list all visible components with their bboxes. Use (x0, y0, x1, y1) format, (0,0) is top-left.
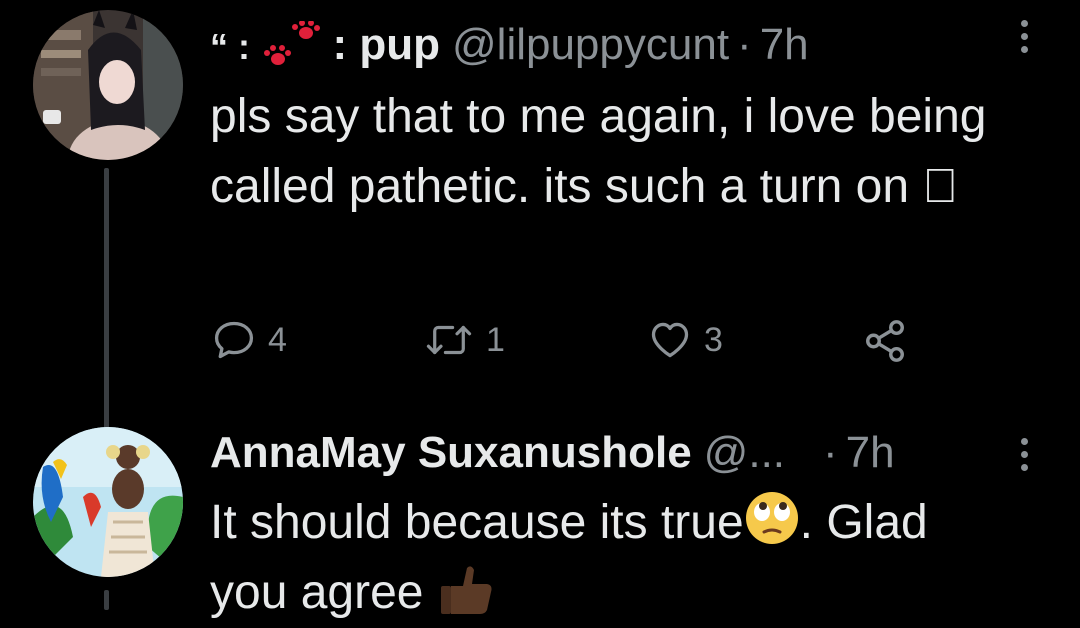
display-name-prefix: “ : (210, 26, 250, 67)
display-name-sep: : (332, 20, 348, 69)
avatar[interactable] (33, 10, 183, 160)
retweet-count: 1 (486, 320, 505, 359)
reply-button[interactable]: 4 (212, 318, 287, 362)
more-vertical-icon[interactable] (1017, 438, 1031, 471)
eye-roll-emoji-icon (745, 492, 798, 544)
timestamp[interactable]: 7h (846, 428, 895, 478)
action-bar: 4 1 3 (212, 318, 932, 368)
display-name[interactable]: “ : : pup (210, 20, 440, 73)
retweet-button[interactable]: 1 (424, 318, 505, 362)
heart-icon (651, 322, 689, 358)
timestamp[interactable]: 7h (760, 20, 809, 70)
tweet-header: “ : : pup @lilpuppycunt · 7h (210, 20, 809, 73)
tweet-text: pls say that to me again, i love being c… (210, 90, 987, 213)
display-name-text: pup (359, 20, 440, 69)
thread-line-bottom (104, 590, 109, 610)
tweet-text-part1: It should because its true (210, 496, 744, 549)
like-count: 3 (704, 320, 723, 359)
thumbs-up-emoji-icon (440, 566, 492, 614)
retweet-icon (426, 325, 472, 355)
thread-line (104, 168, 109, 430)
share-icon (866, 320, 904, 362)
reply-icon (214, 321, 254, 359)
tweet-header: AnnaMay Suxanushole @... · 7h (210, 428, 895, 478)
display-name[interactable]: AnnaMay Suxanushole (210, 428, 692, 478)
thread-line-top (104, 400, 109, 420)
handle[interactable]: @... (704, 428, 785, 478)
separator-dot: · (823, 428, 838, 477)
handle[interactable]: @lilpuppycunt (452, 20, 729, 70)
more-vertical-icon[interactable] (1017, 20, 1031, 53)
paw-prints-icon (264, 21, 321, 66)
share-button[interactable] (862, 318, 908, 364)
reply-count: 4 (268, 320, 287, 359)
separator-dot: · (737, 20, 752, 69)
like-button[interactable]: 3 (648, 318, 723, 362)
avatar[interactable] (33, 427, 183, 577)
tweet-text: It should because its true . Glad you ag… (210, 488, 1010, 628)
tweet-2[interactable]: AnnaMay Suxanushole @... · 7h It should … (0, 400, 1080, 619)
tweet-1[interactable]: “ : : pup @lilpuppycunt · 7h pls say tha… (0, 0, 1080, 430)
